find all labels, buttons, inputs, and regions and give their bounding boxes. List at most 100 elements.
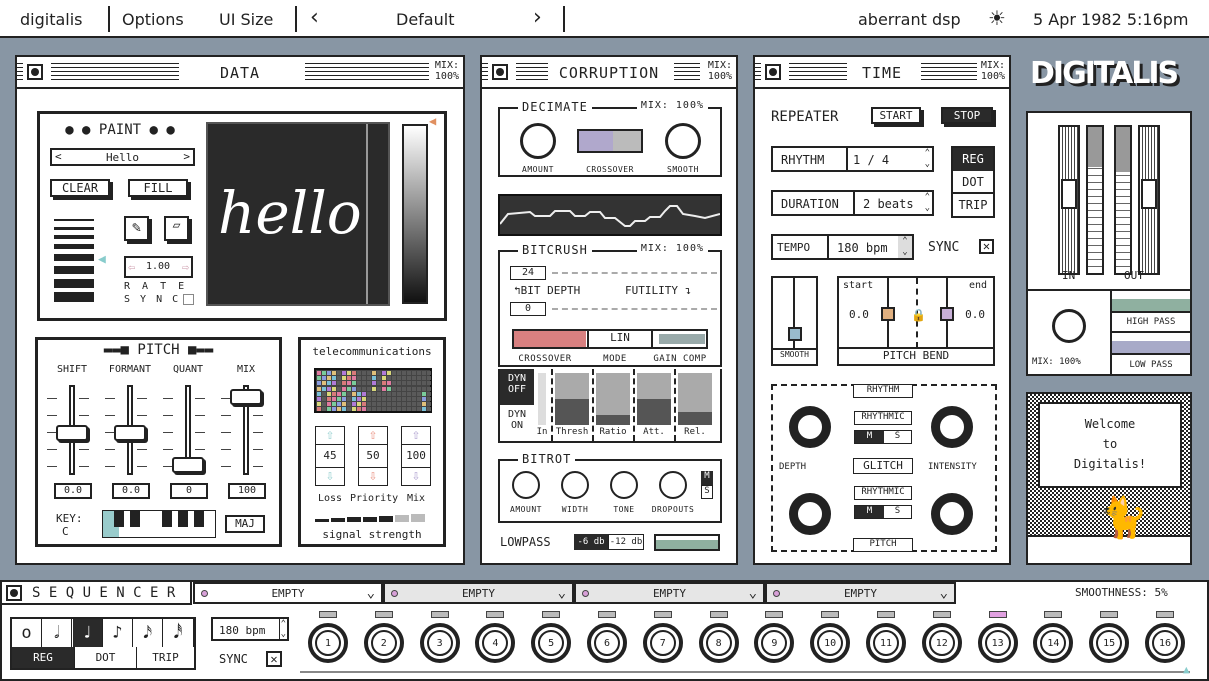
smoothness-handle-icon[interactable]: ▲ [1183,663,1190,676]
scale-button[interactable]: MAJ [225,515,265,533]
paint-preset-selector[interactable]: < Hello > [50,148,195,166]
telecom-loss-stepper[interactable]: ⇧ 45 ⇩ [315,426,345,486]
low-pass-curve[interactable] [1112,333,1190,353]
bitrot-s-button[interactable]: S [701,485,713,499]
rhythm-ms-toggle[interactable]: MS [854,430,912,444]
note-length-option[interactable]: ♪ [103,619,133,647]
low-pass-button[interactable]: LOW PASS [1112,353,1190,375]
bitrot-tone-knob[interactable] [610,471,638,499]
paint-sync-checkbox[interactable] [183,294,194,305]
fader-handle[interactable] [172,457,204,473]
dyn-off-button[interactable]: DYN OFF [500,369,534,405]
step-knob[interactable]: 1 [308,623,348,663]
pitch-bend-control[interactable]: start end 0.0 0.0 🔒 PITCH BEND [837,276,995,366]
note-length-option[interactable]: ♩ [72,619,103,647]
pitch-quant-value[interactable]: 0 [170,483,208,499]
sequencer-slot-1[interactable]: EMPTY ⌄ [193,582,383,604]
seq-mode-reg[interactable]: REG [12,647,74,668]
brush-size-selector[interactable] [54,219,94,302]
note-length-selector[interactable]: o 𝅗𝅥 ♩ ♪ 𝅘𝅥𝅯 𝅘𝅥𝅰 REG DOT TRIP [10,617,196,670]
bitrot-m-button[interactable]: M [701,471,713,485]
decimate-crossover[interactable] [577,129,643,153]
time-mode-selector[interactable]: REG DOT TRIP [951,146,995,218]
data-mix[interactable]: MIX: 100% [435,60,459,82]
sequencer-sync-checkbox[interactable]: ✕ [266,651,282,667]
note-length-option[interactable]: o [12,619,42,647]
step-knob[interactable]: 13 [977,623,1018,663]
step-knob[interactable]: 10 [810,623,851,663]
step-knob[interactable]: 6 [587,623,627,663]
time-mix[interactable]: MIX: 100% [981,60,1005,82]
sequencer-slot-2[interactable]: EMPTY ⌄ [383,582,574,604]
step-knob[interactable]: 7 [642,623,683,663]
step-knob[interactable]: 3 [419,623,460,663]
options-menu[interactable]: Options [122,10,184,29]
decimate-smooth-knob[interactable] [665,123,701,159]
dyn-in-slider[interactable] [538,373,546,425]
rhythm-field[interactable]: RHYTHM 1 / 4 ⌃ ⌄ [771,146,934,172]
dyn-on-button[interactable]: DYN ON [500,405,534,441]
lowpass-12db-button[interactable]: -12 db [608,534,644,550]
app-menu[interactable]: digitalis [20,10,83,29]
dyn-att-slider[interactable] [637,373,671,425]
input-gain-fader[interactable] [1058,125,1080,275]
telecom-priority-stepper[interactable]: ⇧ 50 ⇩ [358,426,388,486]
note-length-option[interactable]: 𝅘𝅥𝅯 [133,619,164,647]
start-button[interactable]: START [871,107,921,124]
smooth-slider[interactable]: SMOOTH [771,276,818,366]
note-length-option[interactable]: 𝅗𝅥 [42,619,73,647]
glitch-button[interactable]: GLITCH [853,458,913,474]
seq-mode-dot[interactable]: DOT [74,647,136,668]
fader-handle[interactable] [56,425,88,441]
preset-name[interactable]: Default [396,10,454,29]
dyn-thresh-slider[interactable] [555,373,589,425]
corruption-mix[interactable]: MIX: 100% [708,60,732,82]
tempo-field[interactable]: TEMPO 180 bpm ⌃ ⌄ [771,234,914,260]
step-knob[interactable]: 16 [1145,623,1185,663]
lowpass-6db-button[interactable]: -6 db [574,534,608,550]
futility-value[interactable]: 0 [510,302,546,316]
high-pass-curve[interactable] [1112,291,1190,311]
dyn-ratio-slider[interactable] [596,373,630,425]
step-knob[interactable]: 15 [1089,623,1130,663]
duration-field[interactable]: DURATION 2 beats ⌃ ⌄ [771,190,934,216]
fill-button[interactable]: FILL [128,179,188,197]
sequencer-slot-4[interactable]: EMPTY ⌄ [765,582,956,604]
bitcrush-crossover[interactable] [514,331,586,347]
gain-comp-toggle[interactable] [659,334,705,344]
preset-next-button[interactable]: › [533,5,542,30]
note-length-option[interactable]: 𝅘𝅥𝅰 [164,619,194,647]
pitch-rhythmic-toggle[interactable]: RHYTHMIC [854,486,912,500]
stop-button[interactable]: STOP [941,107,993,124]
output-gain-fader[interactable] [1138,125,1160,275]
pitch-depth-knob[interactable] [789,493,831,535]
rhythm-rhythmic-toggle[interactable]: RHYTHMIC [854,411,912,425]
time-sync-checkbox[interactable]: ✕ [979,239,994,254]
telecom-mix-stepper[interactable]: ⇧ 100 ⇩ [401,426,431,486]
fader-handle[interactable] [114,425,146,441]
ui-size-menu[interactable]: UI Size [219,10,273,29]
key-piano[interactable] [102,510,216,538]
decimate-amount-knob[interactable] [520,123,556,159]
eraser-icon[interactable]: ▱ [164,216,189,241]
bitrot-dropouts-knob[interactable] [659,471,687,499]
step-knob[interactable]: 11 [866,623,906,663]
sequencer-slot-3[interactable]: EMPTY ⌄ [574,582,765,604]
paint-canvas[interactable]: hello [206,122,390,306]
sun-icon[interactable]: ☀ [988,6,1006,30]
master-mix-knob[interactable] [1052,309,1086,343]
rate-stepper[interactable]: ⇦ 1.00 ⇨ [124,256,193,278]
pitch-mix-value[interactable]: 100 [228,483,266,499]
step-knob[interactable]: 8 [698,623,739,663]
sequencer-tempo-field[interactable]: 180 bpm ⌃ ⌄ [211,617,289,641]
bit-depth-value[interactable]: 24 [510,266,546,280]
lowpass-curve[interactable] [654,534,720,551]
dyn-rel-slider[interactable] [678,373,712,425]
rhythm-depth-knob[interactable] [789,406,831,448]
sequencer-power-toggle[interactable] [6,585,22,601]
clear-button[interactable]: CLEAR [50,179,110,197]
rhythm-intensity-knob[interactable] [931,406,973,448]
pitch-ms-toggle[interactable]: MS [854,505,912,519]
bitrot-width-knob[interactable] [561,471,589,499]
fader-handle[interactable] [230,389,262,405]
